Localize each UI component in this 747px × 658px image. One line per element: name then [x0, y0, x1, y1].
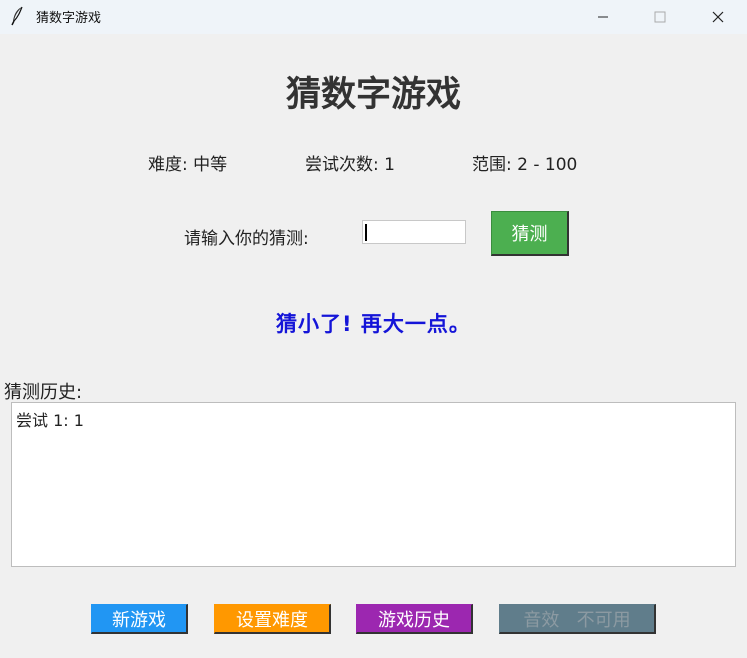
history-label: 猜测历史:	[4, 382, 83, 403]
difficulty-label: 难度: 中等	[148, 155, 228, 175]
minimize-icon	[598, 16, 608, 18]
title-bar: 猜数字游戏	[0, 0, 747, 34]
game-title: 猜数字游戏	[285, 75, 461, 115]
set-difficulty-button[interactable]: 设置难度	[214, 604, 331, 634]
game-history-button[interactable]: 游戏历史	[356, 604, 473, 634]
guess-input[interactable]	[362, 220, 466, 244]
attempts-label: 尝试次数: 1	[305, 155, 395, 175]
close-button[interactable]	[695, 0, 741, 34]
range-label: 范围: 2 - 100	[472, 155, 578, 175]
game-window: 猜数字游戏 难度: 中等 尝试次数: 1 范围: 2 - 100 请输入你的猜测…	[0, 34, 747, 658]
minimize-button[interactable]	[580, 0, 626, 34]
text-caret	[365, 224, 367, 241]
new-game-button[interactable]: 新游戏	[91, 604, 188, 634]
sound-button: 音效 不可用	[499, 604, 656, 634]
maximize-icon	[654, 11, 666, 23]
feedback-message: 猜小了! 再大一点。	[276, 312, 471, 336]
guess-prompt: 请输入你的猜测:	[184, 229, 309, 249]
maximize-button[interactable]	[637, 0, 683, 34]
history-entry: 尝试 1: 1	[16, 411, 84, 430]
window-title: 猜数字游戏	[36, 11, 102, 26]
close-icon	[712, 11, 724, 23]
feather-icon	[9, 6, 27, 26]
guess-button[interactable]: 猜测	[491, 211, 569, 256]
history-textbox[interactable]: 尝试 1: 1	[11, 402, 736, 567]
